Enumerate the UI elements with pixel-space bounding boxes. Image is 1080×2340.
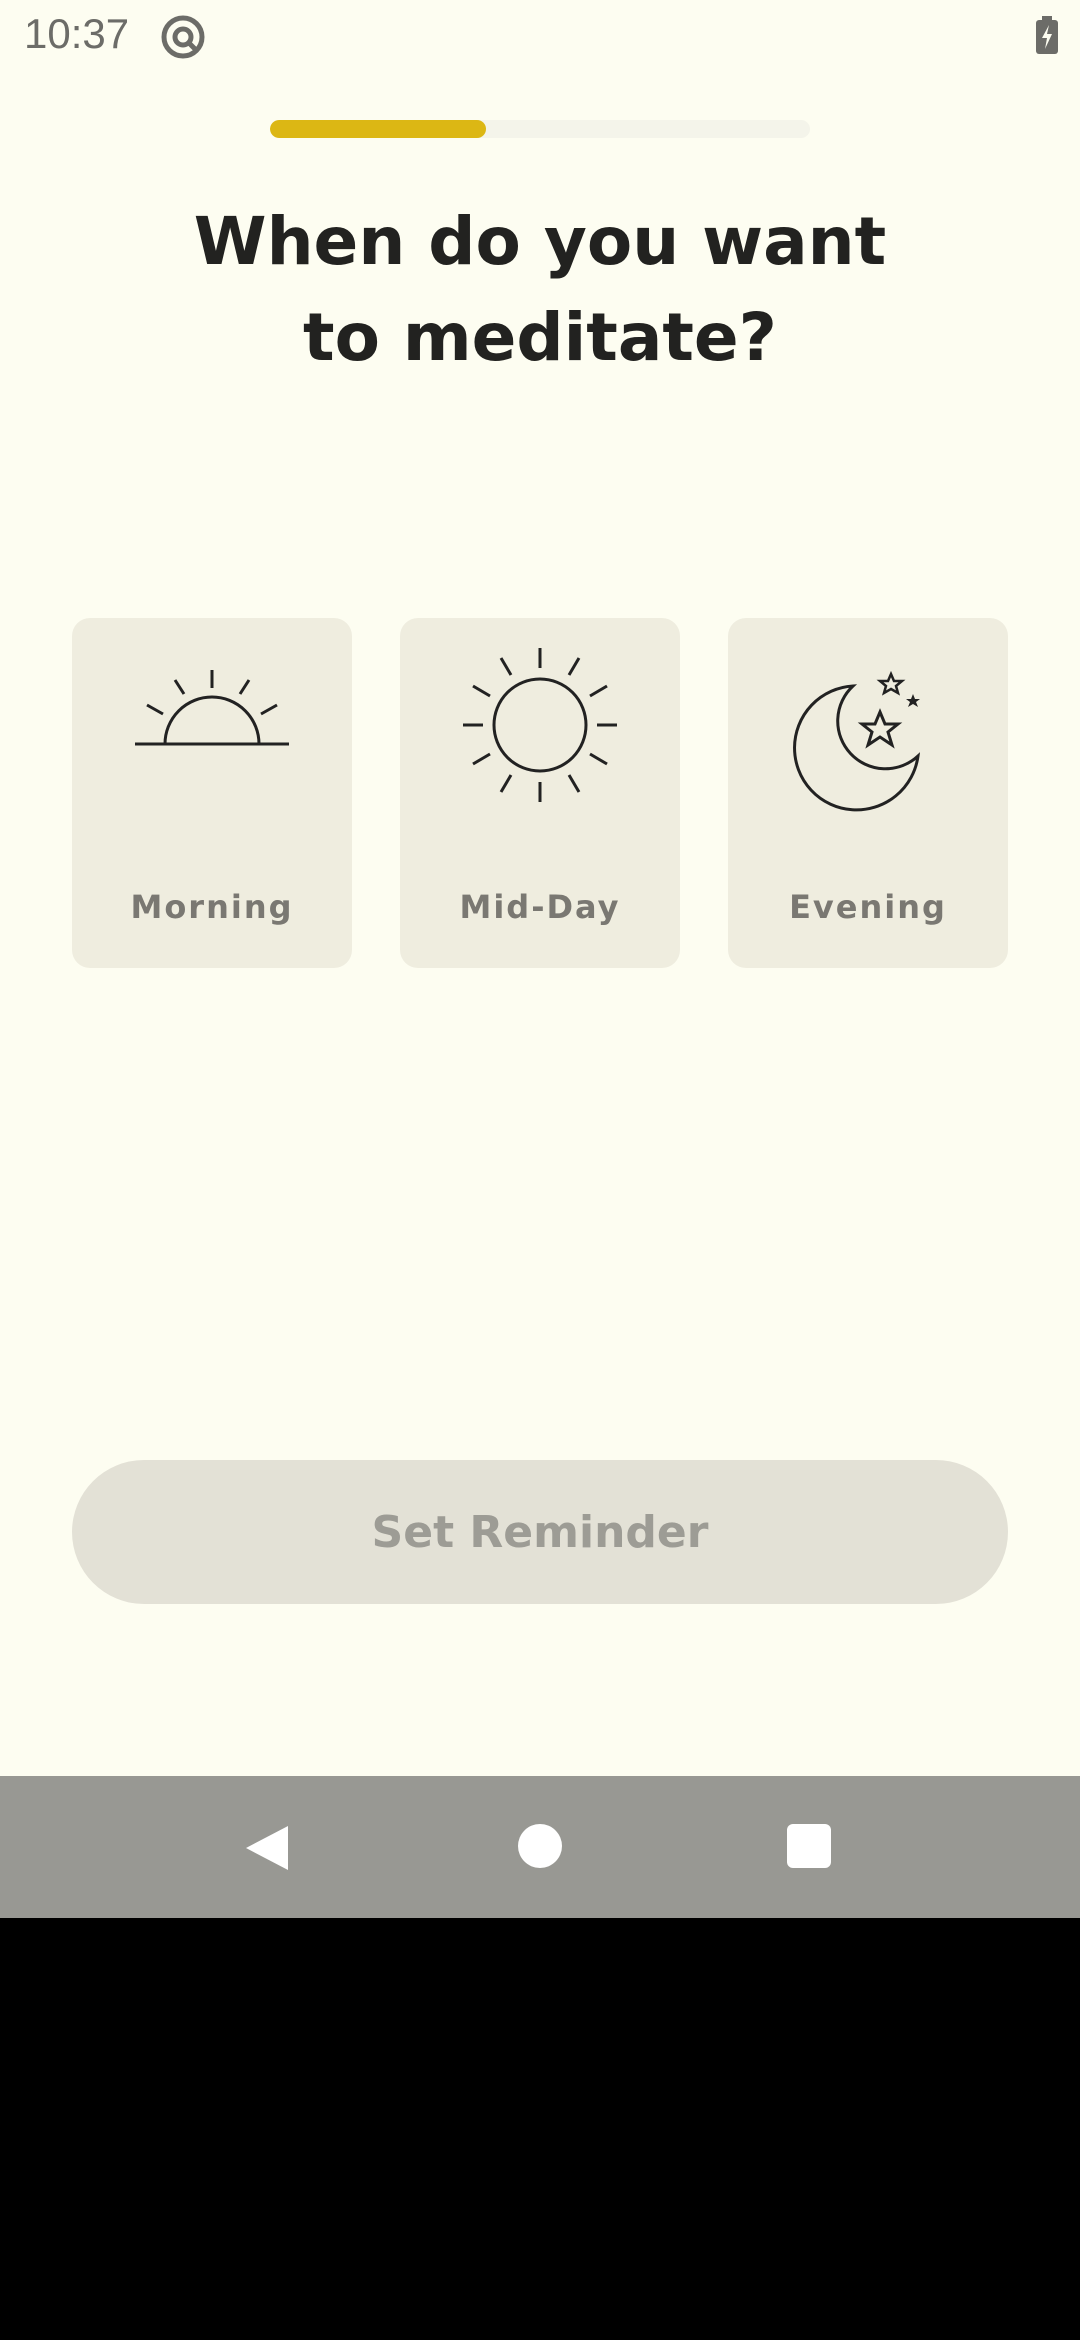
at-sign-icon [161,15,205,59]
option-morning-label: Morning [130,888,294,926]
option-mid-day-label: Mid-Day [459,888,621,926]
progress-fill [270,120,486,138]
sunrise-icon [135,670,289,746]
onboarding-progress-bar [270,120,810,138]
status-bar: 10:37 [0,0,1080,72]
title-line-2: to meditate? [303,299,777,377]
option-morning[interactable]: Morning [72,618,352,968]
moon-stars-icon [793,670,921,812]
option-evening-label: Evening [789,888,947,926]
system-navigation-bar [0,1776,1080,1918]
battery-charging-icon [1036,16,1058,54]
page-title: When do you want to meditate? [120,194,960,386]
screen: 10:37 When do you want to meditate? Morn… [0,0,1080,1776]
recents-icon[interactable] [787,1824,831,1868]
title-line-1: When do you want [193,203,887,281]
option-mid-day[interactable]: Mid-Day [400,618,680,968]
option-evening[interactable]: Evening [728,618,1008,968]
back-icon[interactable] [244,1824,290,1872]
sun-icon [463,648,617,802]
home-icon[interactable] [518,1824,562,1868]
status-time: 10:37 [24,10,130,57]
time-options: Morning Mid-Day Evening [72,618,1008,968]
set-reminder-button[interactable]: Set Reminder [72,1460,1008,1604]
